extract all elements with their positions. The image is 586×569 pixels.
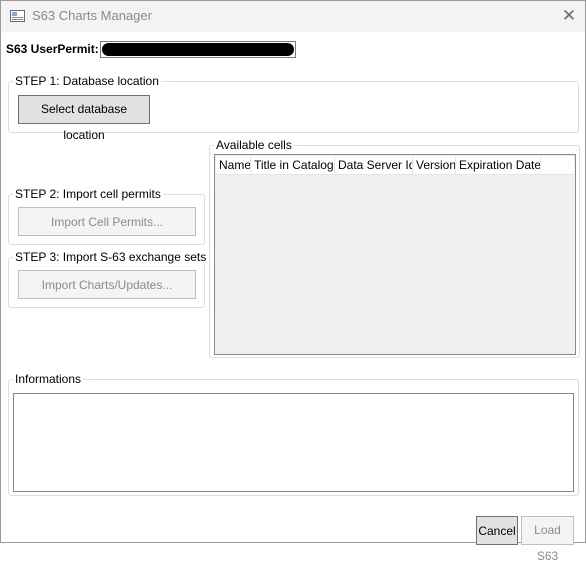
step2-group: STEP 2: Import cell permits Import Cell … bbox=[8, 187, 205, 245]
informations-group: Informations bbox=[8, 372, 579, 496]
title-bar: S63 Charts Manager ✕ bbox=[1, 1, 585, 32]
column-data-server-id[interactable]: Data Server Id bbox=[335, 156, 413, 174]
step3-group: STEP 3: Import S-63 exchange sets Import… bbox=[8, 250, 209, 308]
step1-group: STEP 1: Database location Select databas… bbox=[8, 74, 579, 142]
redacted-value bbox=[102, 43, 294, 56]
select-database-button[interactable]: Select database location bbox=[18, 95, 150, 142]
informations-title: Informations bbox=[13, 372, 84, 386]
close-icon[interactable]: ✕ bbox=[553, 1, 585, 32]
column-title-in-catalog[interactable]: Title in Catalog bbox=[251, 156, 335, 174]
informations-textbox[interactable] bbox=[13, 393, 574, 492]
column-expiration-date[interactable]: Expiration Date bbox=[456, 156, 541, 174]
user-permit-field[interactable] bbox=[100, 41, 296, 58]
step3-title: STEP 3: Import S-63 exchange sets bbox=[13, 250, 209, 264]
available-cells-title: Available cells bbox=[214, 138, 294, 152]
column-name[interactable]: Name bbox=[216, 156, 251, 174]
window-title: S63 Charts Manager bbox=[32, 8, 152, 23]
step2-title: STEP 2: Import cell permits bbox=[13, 187, 163, 201]
available-cells-group: Available cells Name Title in Catalog Da… bbox=[209, 138, 580, 358]
import-cell-permits-button[interactable]: Import Cell Permits... bbox=[18, 207, 196, 236]
import-charts-updates-button[interactable]: Import Charts/Updates... bbox=[18, 270, 196, 299]
app-icon bbox=[10, 10, 25, 22]
user-permit-label: S63 UserPermit: bbox=[6, 42, 99, 56]
cancel-button[interactable]: Cancel bbox=[476, 516, 518, 545]
main-window: S63 Charts Manager ✕ S63 UserPermit: STE… bbox=[0, 0, 586, 563]
column-version[interactable]: Version bbox=[413, 156, 456, 174]
load-s63-button[interactable]: Load S63 bbox=[521, 516, 574, 563]
step1-title: STEP 1: Database location bbox=[13, 74, 161, 88]
cells-header: Name Title in Catalog Data Server Id Ver… bbox=[216, 156, 574, 175]
cells-list[interactable]: Name Title in Catalog Data Server Id Ver… bbox=[214, 154, 576, 355]
